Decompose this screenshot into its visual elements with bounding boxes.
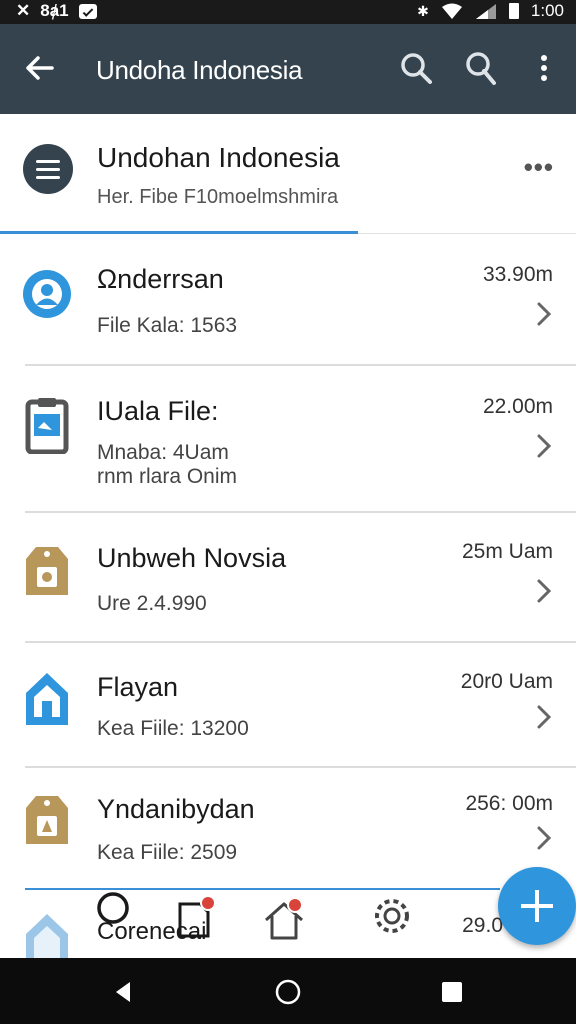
partial-item-title: Corenecai	[97, 918, 207, 945]
x-icon: ✕	[16, 1, 31, 20]
list-item[interactable]: Yndanibydan Kea Fiile: 2509 256: 00m	[0, 768, 576, 888]
app-bar: Undoha Indonesia	[0, 24, 576, 114]
bottom-nav: Corenecai	[0, 888, 576, 958]
tag-icon	[26, 547, 68, 595]
item-subtitle: Ure 2.4.990	[97, 592, 207, 615]
item-subtitle: Kea Fiile: 2509	[97, 841, 238, 864]
item-title: Flayan	[97, 672, 179, 702]
clipboard-icon	[25, 398, 69, 454]
item-subtitle: File Kala: 1563	[97, 314, 238, 337]
item-subtitle: Mnaba: 4Uam	[97, 441, 229, 464]
settings-gear-icon[interactable]	[370, 894, 414, 938]
message-icon	[78, 3, 97, 19]
add-fab-button[interactable]	[498, 867, 576, 945]
list-item[interactable]: Ωnderrsan File Kala: 1563 33.90m	[0, 234, 576, 366]
overflow-menu-icon[interactable]	[526, 50, 562, 86]
item-meta: 20r0 Uam	[460, 670, 553, 693]
notification-badge	[200, 895, 216, 911]
item-meta: 256: 00m	[465, 792, 553, 815]
header-title: Undohan Indonesia	[97, 142, 340, 173]
header-card: Undohan Indonesia Her. Fibe F10moelmshmi…	[0, 114, 576, 234]
item-title: Ωnderrsan	[97, 264, 224, 294]
item-meta: 22.00m	[482, 395, 553, 418]
item-subtitle-secondary: rnm rlara Onim	[97, 465, 238, 488]
home-circle-icon[interactable]	[274, 978, 302, 1006]
back-triangle-icon[interactable]	[110, 978, 138, 1006]
signal-icon	[475, 4, 496, 19]
home-icon	[26, 673, 68, 725]
chevron-right-icon	[537, 579, 552, 603]
recents-square-icon[interactable]	[438, 978, 466, 1006]
list-item[interactable]: Flayan Kea Fiile: 13200 20r0 Uam	[0, 643, 576, 768]
wifi-icon	[441, 3, 462, 19]
item-title: IUala File:	[97, 396, 219, 426]
chevron-right-icon	[537, 434, 552, 458]
list-item[interactable]: IUala File: Mnaba: 4Uam rnm rlara Onim 2…	[0, 366, 576, 513]
user-circle-icon	[23, 270, 71, 318]
item-title: Unbweh Novsia	[97, 543, 287, 573]
item-meta: 25m Uam	[461, 540, 553, 563]
notification-badge	[287, 897, 303, 913]
status-left-text: 8ⱥ1	[40, 1, 69, 20]
header-subtitle: Her. Fibe F10moelmshmira	[97, 186, 339, 208]
more-options-icon[interactable]: •••	[524, 152, 554, 183]
tag-icon	[26, 796, 68, 844]
item-meta: 33.90m	[482, 263, 553, 286]
battery-icon	[508, 3, 519, 19]
menu-avatar-icon[interactable]	[23, 144, 73, 194]
list-item[interactable]: Unbweh Novsia Ure 2.4.990 25m Uam	[0, 513, 576, 643]
chevron-right-icon	[537, 826, 552, 850]
system-nav-bar	[0, 958, 576, 1024]
app-bar-title: Undoha Indonesia	[96, 55, 303, 85]
search-icon[interactable]	[398, 50, 434, 86]
status-bar: ✕ 8ⱥ1 ✱ 1:00	[0, 0, 576, 24]
bluetooth-icon: ✱	[417, 2, 429, 19]
item-title: Yndanibydan	[97, 794, 255, 824]
search-icon[interactable]	[463, 50, 499, 86]
chevron-right-icon	[537, 302, 552, 326]
status-time: 1:00	[530, 1, 564, 20]
back-arrow-icon[interactable]	[22, 50, 58, 86]
chevron-right-icon	[537, 705, 552, 729]
item-subtitle: Kea Fiile: 13200	[97, 717, 249, 740]
